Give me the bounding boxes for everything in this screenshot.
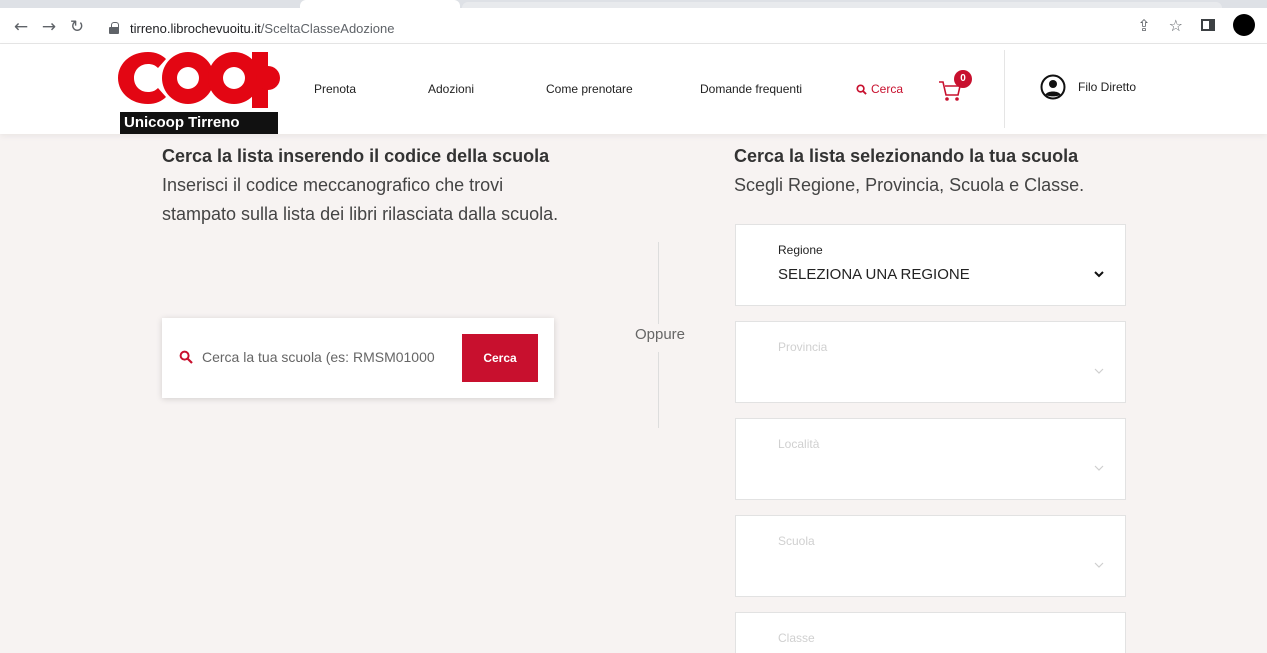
chevron-down-icon — [1093, 461, 1105, 473]
reload-icon[interactable]: ↻ — [66, 16, 88, 38]
site-header: coop Unicoop Tirreno Prenota Adozioni Co… — [0, 44, 1267, 134]
search-icon — [856, 83, 867, 95]
localita-select[interactable]: Località — [735, 418, 1126, 500]
side-panel-icon[interactable] — [1201, 19, 1215, 31]
vertical-divider-top — [658, 242, 659, 324]
code-search-section: Cerca la lista inserendo il codice della… — [162, 142, 562, 229]
nav-cerca-label: Cerca — [871, 82, 904, 96]
cart-button[interactable]: 0 — [936, 68, 976, 108]
url-path: /SceltaClasseAdozione — [260, 20, 395, 36]
forward-arrow-icon[interactable]: → — [38, 16, 60, 38]
coop-logo-mark — [118, 52, 280, 108]
regione-select[interactable]: Regione SELEZIONA UNA REGIONE — [735, 224, 1126, 306]
inactive-tab[interactable] — [462, 2, 1222, 8]
localita-label: Località — [778, 437, 820, 451]
profile-avatar[interactable] — [1233, 14, 1255, 36]
lock-icon — [108, 22, 120, 34]
school-select-title: Cerca la lista selezionando la tua scuol… — [734, 146, 1079, 166]
classe-select[interactable]: Classe — [735, 612, 1126, 653]
school-code-input[interactable] — [202, 346, 452, 368]
url-host: tirreno.librochevuoitu.it — [130, 20, 261, 36]
tab-strip — [0, 0, 1267, 8]
coop-logo[interactable]: coop Unicoop Tirreno — [116, 48, 280, 134]
scuola-select[interactable]: Scuola — [735, 515, 1126, 597]
bookmark-star-icon[interactable]: ☆ — [1169, 16, 1183, 35]
address-bar[interactable]: tirreno.librochevuoitu.it/SceltaClasseAd… — [108, 17, 395, 39]
school-code-search-card: Cerca — [162, 318, 554, 398]
browser-toolbar: ← → ↻ tirreno.librochevuoitu.it/SceltaCl… — [0, 0, 1267, 44]
cerca-button[interactable]: Cerca — [462, 334, 538, 382]
regione-label: Regione — [778, 243, 823, 257]
cart-count-badge: 0 — [954, 70, 972, 88]
filo-diretto-link[interactable]: Filo Diretto — [1040, 74, 1136, 100]
classe-label: Classe — [778, 631, 815, 645]
nav-domande-frequenti[interactable]: Domande frequenti — [700, 82, 802, 96]
provincia-select[interactable]: Provincia — [735, 321, 1126, 403]
chevron-down-icon — [1093, 267, 1105, 279]
back-arrow-icon[interactable]: ← — [10, 16, 32, 38]
logo-subtitle: Unicoop Tirreno — [120, 112, 278, 134]
active-tab[interactable] — [300, 0, 460, 8]
regione-value: SELEZIONA UNA REGIONE — [778, 266, 970, 283]
code-search-description: Inserisci il codice meccanografico che t… — [162, 175, 559, 224]
chevron-down-icon — [1093, 364, 1105, 376]
nav-prenota[interactable]: Prenota — [314, 82, 356, 96]
share-icon[interactable]: ⇪ — [1137, 16, 1150, 35]
search-icon — [179, 350, 193, 364]
oppure-label: Oppure — [634, 326, 686, 343]
nav-adozioni[interactable]: Adozioni — [428, 82, 474, 96]
user-circle-icon — [1040, 74, 1066, 100]
browser-actions: ⇪ ☆ — [1137, 14, 1255, 36]
filo-diretto-label: Filo Diretto — [1078, 80, 1137, 94]
scuola-label: Scuola — [778, 534, 815, 548]
school-select-section: Cerca la lista selezionando la tua scuol… — [734, 142, 1154, 200]
vertical-divider-bottom — [658, 352, 659, 428]
nav-cerca[interactable]: Cerca — [856, 82, 903, 96]
school-select-subtitle: Scegli Regione, Provincia, Scuola e Clas… — [734, 175, 1085, 195]
header-divider — [1004, 50, 1005, 128]
chevron-down-icon — [1093, 558, 1105, 570]
code-search-title: Cerca la lista inserendo il codice della… — [162, 146, 550, 166]
nav-come-prenotare[interactable]: Come prenotare — [546, 82, 633, 96]
provincia-label: Provincia — [778, 340, 828, 354]
